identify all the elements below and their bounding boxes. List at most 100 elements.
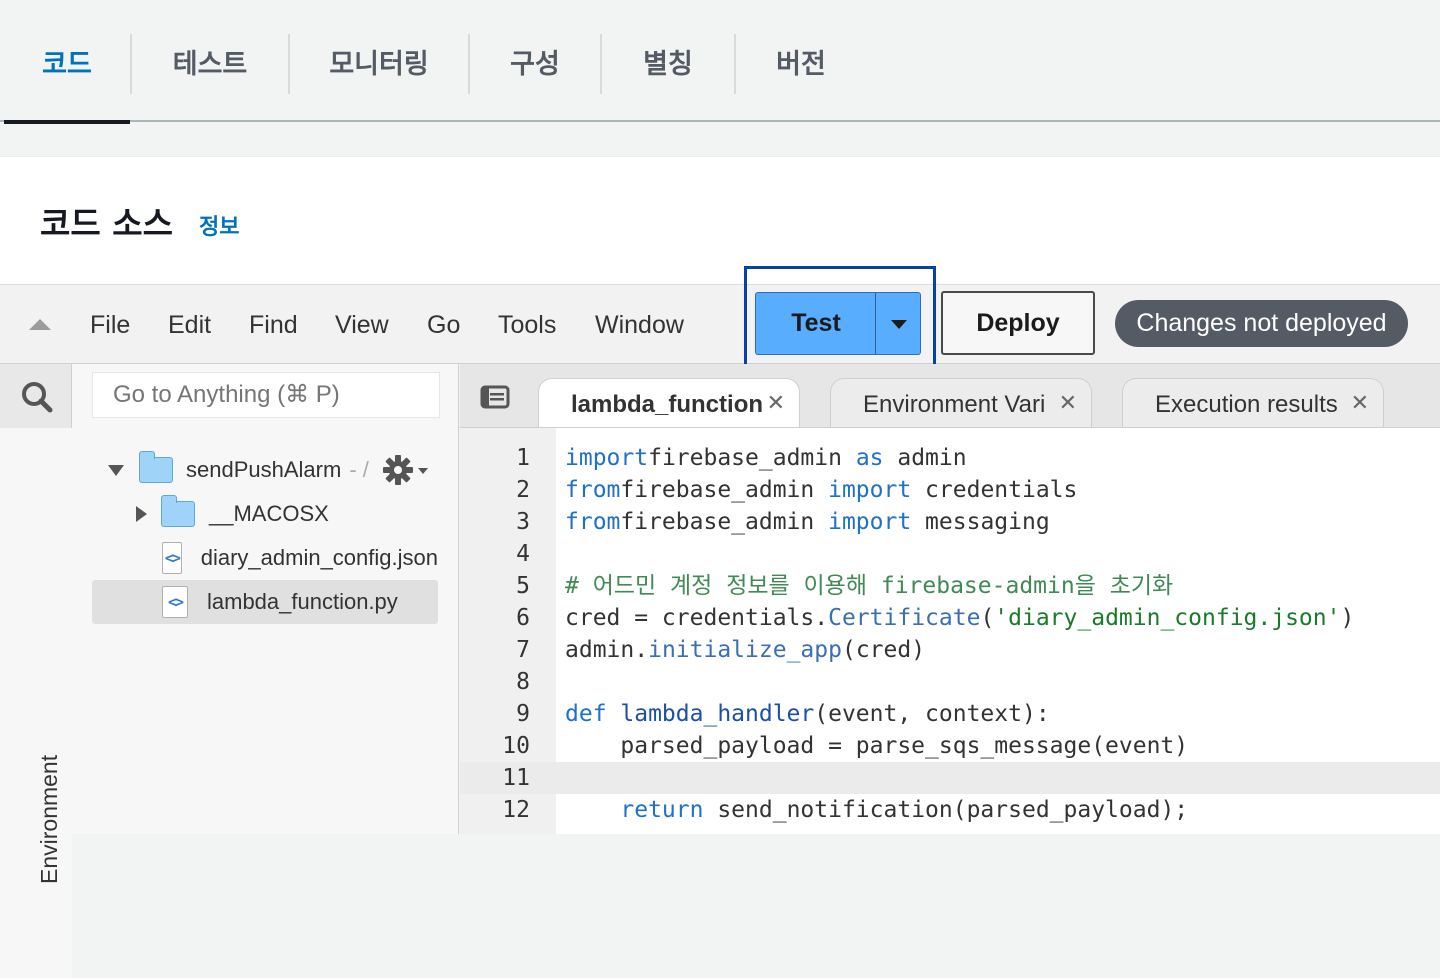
- status-badge: Changes not deployed: [1115, 300, 1408, 347]
- code-token: # 어드민 계정 정보를 이용해 firebase-admin을 초기화: [565, 573, 1174, 599]
- code-token: initialize_app: [648, 637, 842, 663]
- code-token: as: [855, 445, 884, 471]
- code-token: from: [565, 477, 621, 503]
- code-token: (: [980, 605, 995, 631]
- code-source-header: 코드 소스 정보: [0, 156, 1440, 284]
- root-folder-name: sendPushAlarm: [186, 457, 342, 482]
- menu-file[interactable]: File: [90, 285, 130, 365]
- code-token: firebase_admin: [620, 509, 829, 535]
- editor-tab-bar: lambda_function ✕ Environment Vari ✕ Exe…: [460, 364, 1440, 428]
- menu-find[interactable]: Find: [249, 285, 298, 365]
- page-title: 코드 소스: [40, 204, 173, 243]
- file-name: diary_admin_config.json: [200, 545, 438, 570]
- tree-root-folder[interactable]: sendPushAlarm - /: [108, 450, 369, 490]
- tab-configuration[interactable]: 구성: [470, 0, 600, 122]
- code-token: (cred): [841, 637, 926, 663]
- line-number: 4: [516, 541, 530, 567]
- code-line: # 어드민 계정 정보를 이용해 firebase-admin을 초기화: [565, 570, 1173, 602]
- code-token: parsed_payload = parse_sqs_message(event…: [565, 733, 1189, 759]
- tree-item-folder[interactable]: __MACOSX: [136, 494, 329, 534]
- code-token: import: [828, 509, 912, 535]
- close-icon[interactable]: ✕: [767, 390, 785, 416]
- tab-code[interactable]: 코드: [4, 0, 130, 124]
- close-icon[interactable]: ✕: [1351, 390, 1369, 416]
- folder-icon: [138, 451, 173, 483]
- editor-tab-lambda-function[interactable]: lambda_function ✕: [538, 378, 800, 427]
- code-line: return send_notification(parsed_payload)…: [565, 794, 1188, 826]
- line-number: 10: [502, 733, 530, 759]
- info-link[interactable]: 정보: [199, 209, 239, 241]
- code-line: importfirebase_admin as admin: [565, 442, 967, 474]
- expand-arrow-icon[interactable]: [108, 464, 124, 476]
- line-number: 8: [516, 669, 530, 695]
- line-number: 5: [516, 573, 530, 599]
- line-number: 6: [516, 605, 530, 631]
- root-folder-path: - /: [349, 457, 369, 482]
- code-token: messaging: [911, 509, 1050, 535]
- code-token: return: [620, 797, 704, 823]
- test-button[interactable]: Test: [755, 292, 876, 355]
- line-number: 2: [516, 477, 530, 503]
- tree-item-file[interactable]: <> lambda_function.py: [162, 582, 398, 622]
- code-token: admin.: [565, 637, 649, 663]
- editor-tab-label: Execution results: [1155, 390, 1338, 418]
- tab-aliases[interactable]: 별칭: [602, 0, 734, 122]
- environment-tab-label: Environment: [36, 754, 62, 884]
- code-line: fromfirebase_admin import messaging: [565, 506, 1050, 538]
- code-token: def: [565, 701, 607, 727]
- menu-view[interactable]: View: [335, 285, 389, 365]
- function-tabs: 코드 테스트 모니터링 구성 별칭 버전: [0, 0, 1440, 124]
- line-number: 9: [516, 701, 530, 727]
- code-token: firebase_admin: [648, 445, 856, 471]
- code-token: admin: [883, 445, 967, 471]
- code-line: def lambda_handler(event, context):: [565, 698, 1050, 730]
- line-number: 12: [502, 797, 530, 823]
- expand-arrow-icon[interactable]: [136, 506, 147, 522]
- code-file-icon: <>: [162, 542, 182, 574]
- file-name: lambda_function.py: [207, 589, 398, 614]
- code-token: cred = credentials.: [565, 605, 829, 631]
- code-token: firebase_admin: [620, 477, 829, 503]
- code-line: cred = credentials.Certificate('diary_ad…: [565, 602, 1354, 634]
- side-strip: Environment: [0, 364, 72, 978]
- code-line: parsed_payload = parse_sqs_message(event…: [565, 730, 1188, 762]
- line-number: 11: [502, 765, 530, 791]
- line-number: 1: [516, 445, 530, 471]
- tree-item-file[interactable]: <> diary_admin_config.json: [162, 538, 438, 578]
- menu-tools[interactable]: Tools: [498, 285, 556, 365]
- file-tree-panel: sendPushAlarm - / __MACOSX <> diary_admi…: [72, 364, 459, 834]
- code-token: from: [565, 509, 621, 535]
- editor-tab-environment-variables[interactable]: Environment Vari ✕: [830, 378, 1092, 427]
- gear-icon[interactable]: [382, 453, 432, 492]
- code-file-icon: <>: [162, 586, 188, 618]
- environment-tab[interactable]: [0, 428, 72, 978]
- folder-icon: [160, 495, 195, 527]
- tab-test[interactable]: 테스트: [132, 0, 288, 122]
- code-token: import: [565, 445, 649, 471]
- editor-tab-label: lambda_function: [571, 390, 764, 418]
- go-to-anything-input[interactable]: [92, 372, 440, 418]
- menu-edit[interactable]: Edit: [168, 285, 211, 365]
- collapse-toggle-icon[interactable]: [29, 319, 51, 330]
- tab-monitoring[interactable]: 모니터링: [290, 0, 468, 122]
- close-icon[interactable]: ✕: [1059, 390, 1077, 416]
- line-number: 3: [516, 509, 530, 535]
- tab-versions[interactable]: 버전: [736, 0, 866, 122]
- tab-list-icon[interactable]: [480, 384, 510, 415]
- code-line: admin.initialize_app(cred): [565, 634, 925, 666]
- code-token: credentials: [911, 477, 1078, 503]
- menu-go[interactable]: Go: [427, 285, 460, 365]
- code-token: send_notification(parsed_payload);: [703, 797, 1189, 823]
- code-token: import: [828, 477, 912, 503]
- code-token: lambda_handler: [606, 701, 815, 727]
- code-line: fromfirebase_admin import credentials: [565, 474, 1077, 506]
- folder-name: __MACOSX: [209, 501, 329, 526]
- deploy-button[interactable]: Deploy: [941, 291, 1095, 355]
- editor-tab-label: Environment Vari: [863, 390, 1046, 418]
- editor-tab-execution-results[interactable]: Execution results ✕: [1122, 378, 1384, 427]
- code-token: ): [1340, 605, 1355, 631]
- menu-window[interactable]: Window: [595, 285, 684, 365]
- test-dropdown-chevron-icon[interactable]: [875, 292, 921, 355]
- search-icon[interactable]: [0, 364, 72, 428]
